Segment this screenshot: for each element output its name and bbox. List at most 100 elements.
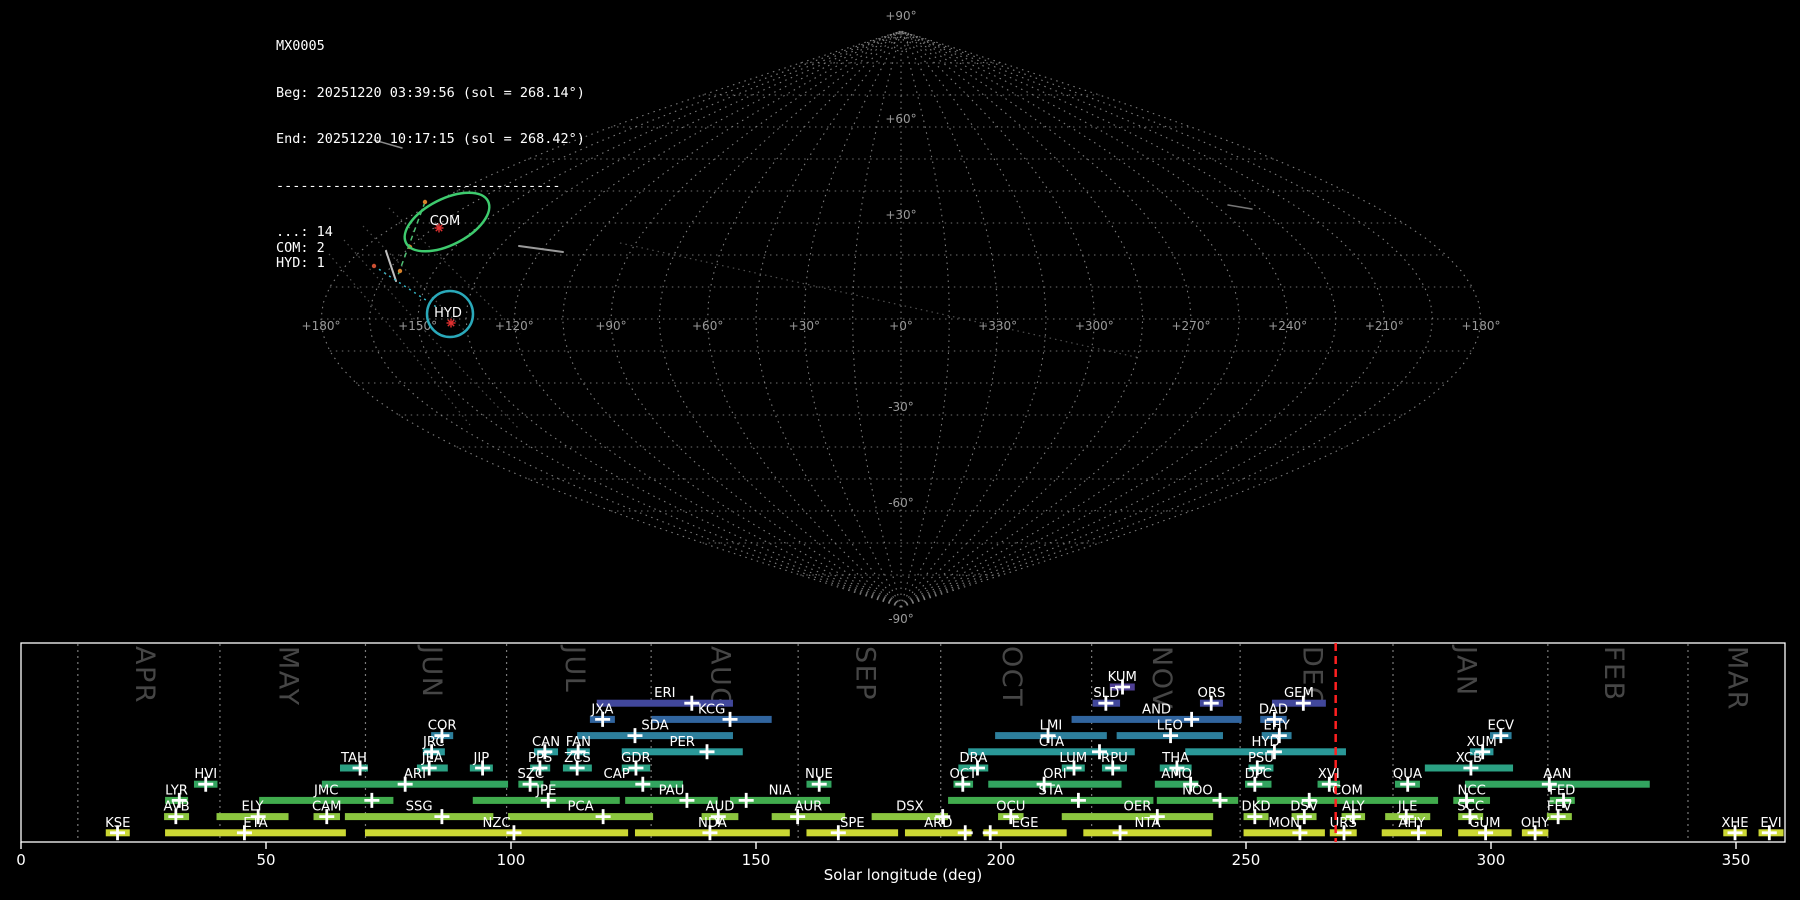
shower-label-NDA: NDA xyxy=(698,816,727,831)
shower-label-ARI: ARI xyxy=(404,767,426,782)
faint-grid-arc-0 xyxy=(620,243,1140,358)
lon-label-12: +180° xyxy=(1462,319,1501,333)
shower-peak-cross-PCA xyxy=(596,809,611,824)
lon-label-6: +0° xyxy=(889,319,913,333)
count-line-HYD: HYD: 1 xyxy=(276,256,585,272)
shower-label-LMI: LMI xyxy=(1040,719,1063,734)
shower-label-AUD: AUD xyxy=(706,800,735,815)
shower-label-DSX: DSX xyxy=(896,800,924,815)
lon-label-3: +90° xyxy=(595,319,626,333)
meteor-station-screen: +180°+150°+120°+90°+60°+30°+0°+330°+300°… xyxy=(0,0,1800,900)
shower-activity-chart: APRMAYJUNJULAUGSEPOCTNOVDECJANFEBMARKUME… xyxy=(0,640,1800,900)
faint-grid-arc-6 xyxy=(425,331,520,430)
shower-label-TAH: TAH xyxy=(340,751,367,766)
shower-peak-cross-PER xyxy=(700,744,715,759)
lat-label-60: +60° xyxy=(885,112,916,126)
month-label-JUL: JUL xyxy=(559,644,590,693)
shower-label-NTA: NTA xyxy=(1135,816,1161,831)
shower-label-PCA: PCA xyxy=(567,800,593,815)
shower-peak-cross-SSG xyxy=(434,809,449,824)
month-label-APR: APR xyxy=(129,646,160,704)
begin-time: Beg: 20251220 03:39:56 (sol = 268.14°) xyxy=(276,86,585,102)
shower-label-DRA: DRA xyxy=(959,751,987,766)
shower-label-JRC: JRC xyxy=(422,735,445,750)
month-label-JAN: JAN xyxy=(1450,644,1481,697)
shower-label-AND: AND xyxy=(1142,702,1171,717)
shower-label-JPE: JPE xyxy=(535,783,556,798)
lat-label-north-pole: +90° xyxy=(885,9,916,23)
shower-peak-cross-NIA xyxy=(739,793,754,808)
sky-radiant-map: +180°+150°+120°+90°+60°+30°+0°+330°+300°… xyxy=(0,0,1800,640)
shower-peak-cross-ARD xyxy=(958,825,973,840)
shower-label-XCB: XCB xyxy=(1456,751,1482,766)
shower-label-SDA: SDA xyxy=(641,719,668,734)
month-label-OCT: OCT xyxy=(996,646,1027,707)
shower-label-EHY: EHY xyxy=(1263,719,1290,734)
shower-label-DPC: DPC xyxy=(1245,767,1272,782)
shower-peak-cross-CAP xyxy=(635,777,650,792)
lon-label-0: +180° xyxy=(302,319,341,333)
lat-label--60: -60° xyxy=(888,496,914,510)
month-label-FEB: FEB xyxy=(1598,646,1629,702)
shower-label-EVI: EVI xyxy=(1760,816,1781,831)
shower-label-ELY: ELY xyxy=(242,800,265,815)
lat-label--30: -30° xyxy=(888,400,914,414)
shower-peak-cross-JMC xyxy=(364,793,379,808)
pole-circle xyxy=(894,37,908,51)
shower-label-ARD: ARD xyxy=(924,816,952,831)
observation-info-block: MX0005 Beg: 20251220 03:39:56 (sol = 268… xyxy=(276,8,585,303)
month-label-JUN: JUN xyxy=(416,644,447,698)
meteor-counts: ...: 14COM: 2HYD: 1 xyxy=(276,225,585,272)
lon-label-2: +120° xyxy=(495,319,534,333)
shower-label-NOO: NOO xyxy=(1182,783,1213,798)
end-time: End: 20251220 10:17:15 (sol = 268.42°) xyxy=(276,132,585,148)
shower-peak-cross-NTA xyxy=(1113,825,1128,840)
shower-label-EGE: EGE xyxy=(1012,816,1039,831)
shower-label-PSU: PSU xyxy=(1248,751,1274,766)
shower-label-SSG: SSG xyxy=(406,800,433,815)
shower-label-STA: STA xyxy=(1039,783,1063,798)
shower-label-AAN: AAN xyxy=(1543,767,1571,782)
shower-label-KCG: KCG xyxy=(698,702,725,717)
shower-label-LYR: LYR xyxy=(165,783,188,798)
shower-label-GEM: GEM xyxy=(1284,686,1314,701)
radiant-label-HYD: HYD xyxy=(434,306,462,321)
shower-label-NZC: NZC xyxy=(482,816,510,831)
meteor-trail-3 xyxy=(1228,205,1252,209)
lon-label-8: +300° xyxy=(1075,319,1114,333)
station-id: MX0005 xyxy=(276,39,585,55)
count-line-dotdotdot: ...: 14 xyxy=(276,225,585,241)
shower-label-MON: MON xyxy=(1268,816,1300,831)
month-label-SEP: SEP xyxy=(849,646,880,701)
month-label-MAR: MAR xyxy=(1721,646,1752,711)
shower-label-AMO: AMO xyxy=(1161,767,1192,782)
shower-label-JIP: JIP xyxy=(472,751,489,766)
shower-peak-cross-AND xyxy=(1184,712,1199,727)
shower-label-THA: THA xyxy=(1161,751,1189,766)
month-label-NOV: NOV xyxy=(1146,646,1177,710)
shower-label-OER: OER xyxy=(1124,800,1152,815)
faint-grid-arc-5 xyxy=(393,330,470,425)
lon-label-4: +60° xyxy=(692,319,723,333)
shower-label-SPE: SPE xyxy=(840,816,865,831)
shower-label-ERI: ERI xyxy=(654,686,675,701)
separator-line: ----------------------------------- xyxy=(276,179,585,195)
lon-label-7: +330° xyxy=(978,319,1017,333)
lon-label-11: +210° xyxy=(1365,319,1404,333)
shower-label-ORI: ORI xyxy=(1043,767,1066,782)
shower-label-PAU: PAU xyxy=(659,783,685,798)
x-axis-title: Solar longitude (deg) xyxy=(0,866,1800,884)
shower-label-NIA: NIA xyxy=(769,783,792,798)
shower-label-ETA: ETA xyxy=(243,816,267,831)
lat-label-south-pole: -90° xyxy=(888,612,914,626)
lon-label-9: +270° xyxy=(1172,319,1211,333)
shower-label-CAP: CAP xyxy=(604,767,630,782)
shower-peak-cross-NOO xyxy=(1213,793,1228,808)
shower-label-NCC: NCC xyxy=(1458,783,1486,798)
shower-label-AHY: AHY xyxy=(1398,816,1426,831)
lon-label-10: +240° xyxy=(1268,319,1307,333)
shower-label-RPU: RPU xyxy=(1101,751,1128,766)
shower-label-CTA: CTA xyxy=(1039,735,1064,750)
shower-peak-cross-EGE xyxy=(983,825,998,840)
month-label-MAY: MAY xyxy=(273,646,304,707)
